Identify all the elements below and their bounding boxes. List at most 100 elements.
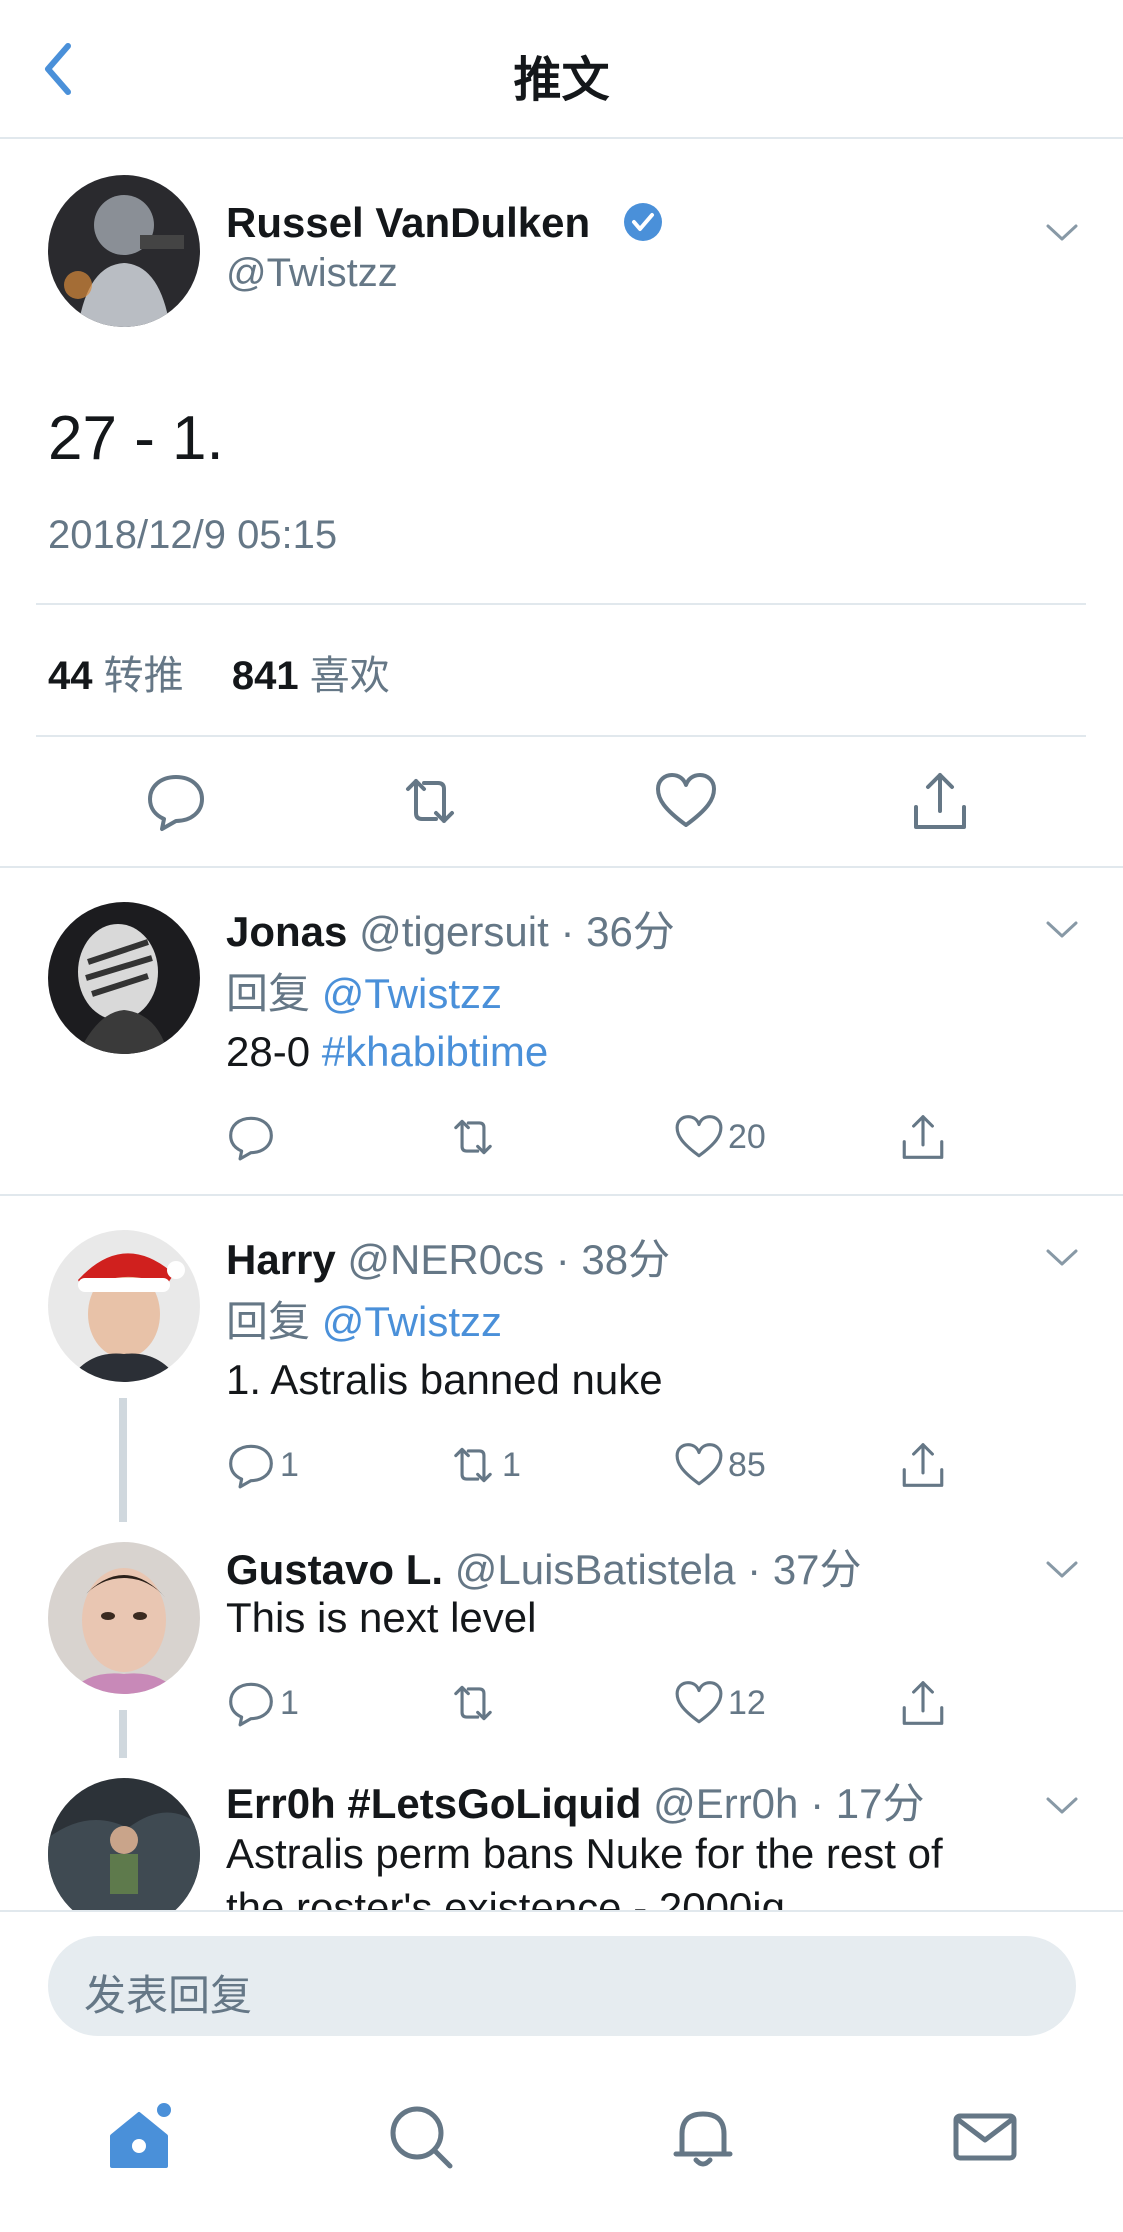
- tweet-actions: [0, 769, 1123, 849]
- reply-icon: [229, 1116, 273, 1161]
- share-action[interactable]: [898, 1678, 948, 1728]
- reply-time: · 38分: [555, 1236, 671, 1283]
- reply-tweet[interactable]: Harry @NER0cs · 38分 回复 @Twistzz 1. Astra…: [0, 1196, 1123, 1516]
- top-bar: 推文: [0, 0, 1123, 139]
- chevron-down-icon[interactable]: [1044, 221, 1080, 245]
- avatar[interactable]: [48, 175, 200, 327]
- tweet-text: 27 - 1.: [48, 404, 224, 473]
- reply-header: Err0h #LetsGoLiquid @Err0h · 17分: [226, 1770, 924, 1831]
- replying-to: 回复 @Twistzz: [226, 960, 502, 1021]
- reply-header: Gustavo L. @LuisBatistela · 37分: [226, 1536, 862, 1597]
- share-icon: [902, 1681, 944, 1725]
- page-title: 推文: [513, 54, 610, 107]
- reply-tweet[interactable]: Gustavo L. @LuisBatistela · 37分 This is …: [0, 1516, 1123, 1756]
- thread-connector: [119, 1710, 127, 1758]
- share-icon[interactable]: [908, 769, 972, 833]
- retweet-label[interactable]: 转推: [104, 654, 184, 698]
- retweet-action[interactable]: [448, 1112, 502, 1162]
- reply-author-name[interactable]: Harry: [226, 1236, 336, 1283]
- tweet-stats: 44 转推 841 喜欢: [48, 643, 390, 701]
- mail-icon[interactable]: [950, 2102, 1020, 2172]
- replying-to: 回复 @Twistzz: [226, 1288, 502, 1349]
- heart-icon: [675, 1115, 723, 1158]
- reply-header: Jonas @tigersuit · 36分: [226, 898, 675, 959]
- retweet-action[interactable]: 1: [448, 1440, 521, 1490]
- reply-icon: [229, 1682, 273, 1727]
- reply-to-link[interactable]: @Twistzz: [322, 970, 502, 1017]
- like-count: 85: [728, 1445, 766, 1484]
- chevron-down-icon[interactable]: [1044, 1246, 1080, 1270]
- retweet-icon: [454, 1685, 492, 1721]
- reply-count: 1: [280, 1683, 299, 1722]
- reply-icon[interactable]: [144, 769, 208, 833]
- reply-author-handle[interactable]: @LuisBatistela: [455, 1546, 736, 1593]
- reply-text: Astralis perm bans Nuke for the rest of: [226, 1830, 943, 1877]
- retweet-action[interactable]: [448, 1678, 502, 1728]
- retweet-icon: [454, 1447, 492, 1483]
- reply-text: This is next level: [226, 1594, 537, 1641]
- tab-bar: [0, 2062, 1123, 2222]
- like-action[interactable]: 12: [674, 1678, 766, 1728]
- retweet-icon[interactable]: [398, 769, 462, 833]
- reply-action[interactable]: 1: [226, 1678, 299, 1728]
- reply-text-line2: the roster's existence - 2000iq: [226, 1884, 785, 1910]
- reply-prefix: 回复: [226, 970, 311, 1017]
- like-count[interactable]: 841: [232, 654, 299, 698]
- tweet-timestamp: 2018/12/9 05:15: [48, 513, 338, 557]
- like-action[interactable]: 85: [674, 1440, 766, 1490]
- like-label[interactable]: 喜欢: [310, 654, 390, 698]
- thread-connector: [119, 1398, 127, 1522]
- share-action[interactable]: [898, 1440, 948, 1490]
- author-name[interactable]: Russel VanDulken: [226, 199, 590, 247]
- avatar[interactable]: [48, 1542, 200, 1694]
- reply-author-name[interactable]: Jonas: [226, 908, 347, 955]
- reply-author-handle[interactable]: @tigersuit: [359, 908, 549, 955]
- heart-icon[interactable]: [654, 769, 718, 833]
- share-icon: [902, 1443, 944, 1487]
- reply-prefix: 回复: [226, 1298, 311, 1345]
- reply-time: · 17分: [810, 1780, 925, 1827]
- reply-composer: 发表回复: [0, 1910, 1123, 2232]
- heart-icon: [675, 1681, 723, 1724]
- reply-time: · 36分: [560, 908, 675, 955]
- retweet-icon: [454, 1119, 492, 1155]
- hashtag-link[interactable]: #khabibtime: [322, 1028, 548, 1075]
- chevron-down-icon[interactable]: [1044, 918, 1080, 942]
- reply-tweet[interactable]: Jonas @tigersuit · 36分 回复 @Twistzz 28-0 …: [0, 868, 1123, 1194]
- reply-body: 28-0: [226, 1028, 311, 1075]
- divider: [36, 603, 1086, 605]
- reply-author-name[interactable]: Err0h #LetsGoLiquid: [226, 1780, 641, 1827]
- retweet-count: 1: [502, 1445, 521, 1484]
- reply-text: 1. Astralis banned nuke: [226, 1356, 663, 1403]
- reply-action[interactable]: 1: [226, 1440, 299, 1490]
- reply-header: Harry @NER0cs · 38分: [226, 1226, 670, 1287]
- avatar[interactable]: [48, 1230, 200, 1382]
- bell-icon[interactable]: [668, 2102, 738, 2172]
- divider: [36, 735, 1086, 737]
- reply-author-name[interactable]: Gustavo L.: [226, 1546, 443, 1593]
- retweet-count[interactable]: 44: [48, 654, 93, 698]
- reply-input[interactable]: 发表回复: [48, 1936, 1076, 2036]
- avatar[interactable]: [48, 1778, 200, 1910]
- reply-count: 1: [280, 1445, 299, 1484]
- reply-to-link[interactable]: @Twistzz: [322, 1298, 502, 1345]
- chevron-down-icon[interactable]: [1044, 1558, 1080, 1582]
- author-handle[interactable]: @Twistzz: [226, 251, 398, 296]
- search-icon[interactable]: [386, 2102, 456, 2172]
- verified-badge-icon: [624, 203, 662, 241]
- reply-author-handle[interactable]: @NER0cs: [347, 1236, 544, 1283]
- reply-tweet[interactable]: Err0h #LetsGoLiquid @Err0h · 17分 Astrali…: [0, 1752, 1123, 1910]
- reply-author-handle[interactable]: @Err0h: [653, 1780, 798, 1827]
- heart-icon: [675, 1443, 723, 1486]
- home-icon[interactable]: [104, 2102, 174, 2172]
- share-icon: [902, 1115, 944, 1159]
- avatar[interactable]: [48, 902, 200, 1054]
- like-count: 20: [728, 1117, 766, 1156]
- reply-icon: [229, 1444, 273, 1489]
- chevron-down-icon[interactable]: [1044, 1794, 1080, 1818]
- share-action[interactable]: [898, 1112, 948, 1162]
- reply-time: · 37分: [747, 1546, 862, 1593]
- reply-action[interactable]: [226, 1112, 280, 1162]
- like-count: 12: [728, 1683, 766, 1722]
- like-action[interactable]: 20: [674, 1112, 766, 1162]
